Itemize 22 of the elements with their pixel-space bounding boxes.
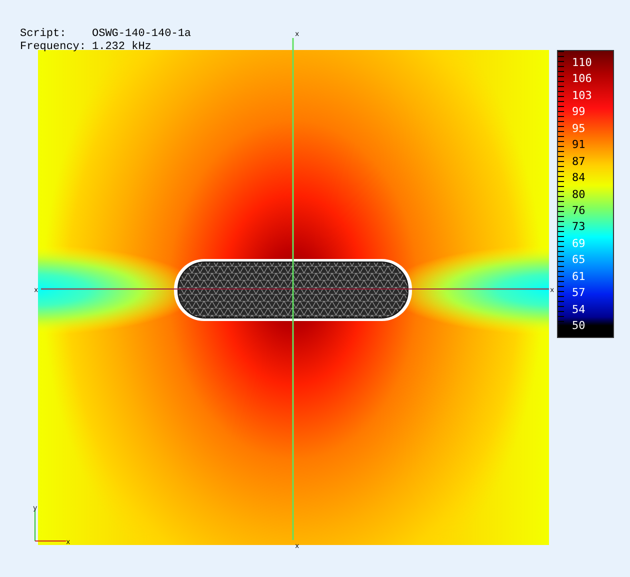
scale-label: 95 — [572, 122, 586, 134]
scale-label: 54 — [572, 304, 586, 315]
scale-label: 87 — [572, 156, 586, 167]
scale-label: 80 — [572, 188, 586, 200]
frequency-label: Frequency: — [20, 41, 86, 53]
scale-label: 103 — [572, 90, 593, 101]
scale-label: 57 — [572, 287, 586, 298]
scale-label: 73 — [572, 221, 586, 232]
scale-label: 99 — [572, 106, 586, 118]
scale-label: 50 — [572, 320, 586, 331]
frequency-value: 1.232 kHz — [92, 41, 152, 53]
axis-triad-icon — [34, 510, 66, 542]
script-label: Script: — [20, 28, 66, 40]
scale-label: 69 — [572, 238, 586, 249]
scale-label: 106 — [572, 73, 593, 84]
scale-label: 61 — [572, 270, 586, 282]
scale-label: 76 — [572, 204, 586, 216]
scale-label: 84 — [572, 172, 586, 184]
scale-label: 65 — [572, 254, 586, 266]
script-value: OSWG-140-140-1a — [92, 28, 192, 40]
scale-label: 91 — [572, 139, 586, 150]
scale-label: 110 — [572, 57, 593, 68]
